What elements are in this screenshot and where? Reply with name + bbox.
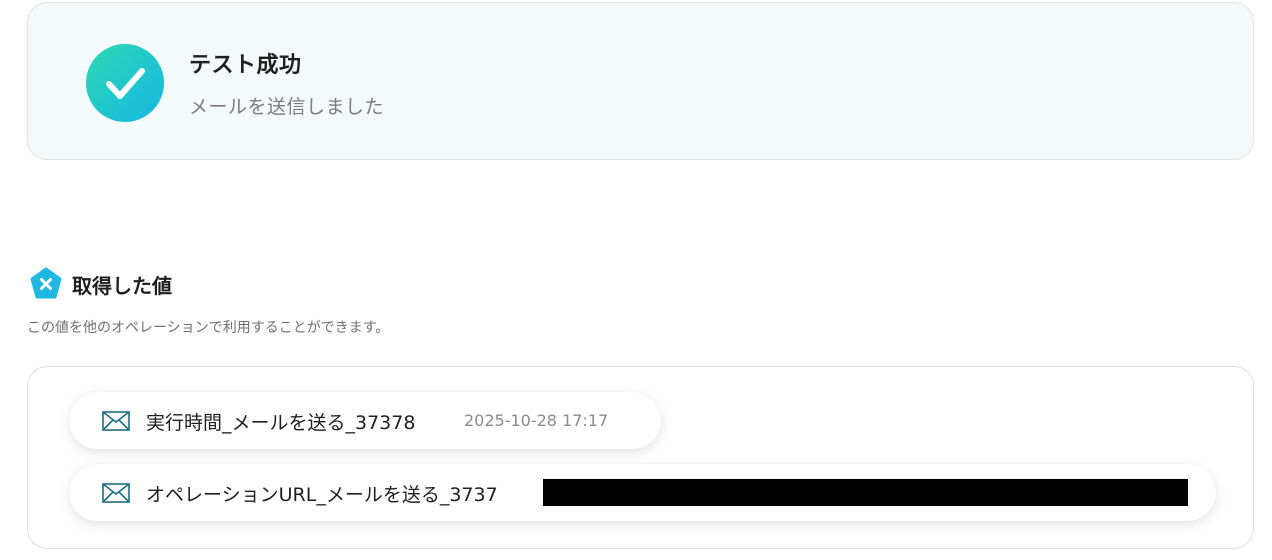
test-success-card: テスト成功 メールを送信しました: [27, 2, 1254, 160]
output-section-title: 取得した値: [72, 274, 172, 298]
output-value-text: 2025-10-28 17:17: [464, 411, 609, 430]
check-icon: [86, 44, 164, 122]
success-title: テスト成功: [189, 53, 302, 78]
success-message: メールを送信しました: [189, 96, 385, 118]
output-value-chip[interactable]: 実行時間_メールを送る_37378 2025-10-28 17:17: [69, 392, 661, 449]
output-value-chip[interactable]: オペレーションURL_メールを送る_3737: [69, 464, 1216, 521]
output-value-label: 実行時間_メールを送る_37378: [146, 412, 416, 434]
mail-icon: [102, 483, 130, 503]
output-values-card: 実行時間_メールを送る_37378 2025-10-28 17:17 オペレーシ…: [27, 366, 1254, 549]
output-value-label: オペレーションURL_メールを送る_3737: [146, 484, 498, 506]
redacted-value: [543, 479, 1188, 506]
mail-icon: [102, 411, 130, 431]
brand-icon: [30, 267, 62, 299]
output-section-description: この値を他のオペレーションで利用することができます。: [27, 320, 390, 336]
